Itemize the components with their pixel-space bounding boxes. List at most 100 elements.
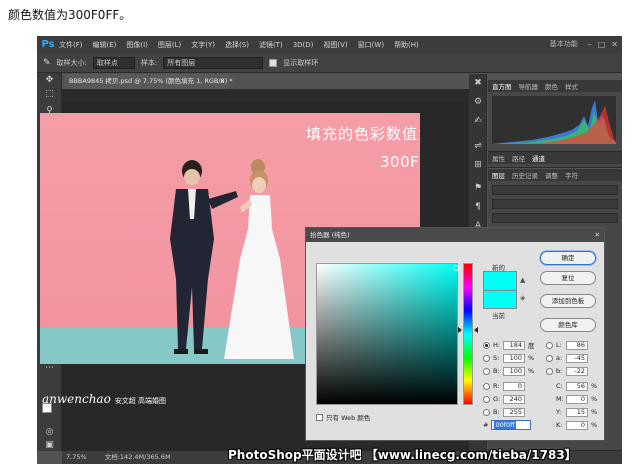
g-row: G: 240 xyxy=(483,394,525,404)
saturation-brightness-field[interactable] xyxy=(316,263,459,405)
h-input[interactable]: 184 xyxy=(503,340,525,350)
lab-b-input[interactable]: -22 xyxy=(566,366,588,376)
hex-input[interactable]: 00f0ff xyxy=(491,420,532,430)
tab-close-icon[interactable]: × xyxy=(220,74,225,89)
current-color-swatch[interactable] xyxy=(483,290,517,309)
lab-l-input[interactable]: 86 xyxy=(566,340,588,350)
hue-arrow-right-icon[interactable] xyxy=(474,327,478,333)
r-input[interactable]: 0 xyxy=(503,381,525,391)
couple-figures xyxy=(170,159,294,359)
sample-label: 样本: xyxy=(140,58,158,67)
menu-layer[interactable]: 图层(L) xyxy=(158,40,181,50)
tab-histogram[interactable]: 直方图 xyxy=(492,81,512,91)
hue-slider[interactable] xyxy=(463,263,473,405)
tab-properties[interactable]: 属性 xyxy=(492,153,505,163)
histogram-graph xyxy=(492,96,616,144)
window-controls: 基本功能 – □ ✕ xyxy=(550,39,618,49)
ok-button[interactable]: 确定 xyxy=(540,251,596,265)
cmyk-m-input[interactable]: 0 xyxy=(566,394,588,404)
cmyk-y-input[interactable]: 15 xyxy=(566,407,588,417)
move-tool-icon[interactable]: ✥ xyxy=(37,73,62,87)
bright-input[interactable]: 100 xyxy=(503,366,525,376)
blue-input[interactable]: 255 xyxy=(503,407,525,417)
zoom-level[interactable]: 7.75% xyxy=(66,453,87,461)
bright-radio[interactable] xyxy=(483,367,490,375)
blend-mode-row[interactable] xyxy=(492,199,618,209)
tab-layers[interactable]: 图层 xyxy=(492,170,505,180)
lab-l-radio[interactable] xyxy=(546,341,553,349)
lab-a-input[interactable]: -45 xyxy=(566,353,588,363)
histogram-panel: 直方图 导航器 颜色 样式 xyxy=(488,80,622,152)
show-ring-checkbox[interactable] xyxy=(269,58,278,67)
web-only-option: 只有 Web 颜色 xyxy=(316,412,370,422)
tab-color[interactable]: 颜色 xyxy=(545,81,558,91)
web-safe-icon[interactable]: ◈ xyxy=(520,294,528,302)
sample-size-select[interactable]: 取样点 xyxy=(92,56,135,69)
blue-radio[interactable] xyxy=(483,408,490,416)
s-input[interactable]: 100 xyxy=(503,353,525,363)
new-color-swatch xyxy=(483,271,517,290)
workspace-switcher[interactable]: 基本功能 xyxy=(550,39,578,49)
paragraph-icon[interactable]: ¶ xyxy=(469,198,487,217)
field-marker[interactable] xyxy=(453,265,459,271)
screen-mode-icon[interactable]: ▣ xyxy=(37,438,62,452)
tab-adjustments[interactable]: 调整 xyxy=(545,170,558,180)
h-row: H: 184 度 xyxy=(483,340,535,350)
color-libraries-button[interactable]: 颜色库 xyxy=(540,318,596,332)
minimize-icon[interactable]: – xyxy=(588,40,592,49)
tab-navigator[interactable]: 导航器 xyxy=(519,81,539,91)
picker-close-icon[interactable]: ✕ xyxy=(595,228,600,242)
tab-character[interactable]: 字符 xyxy=(565,170,578,180)
tab-paths[interactable]: 路径 xyxy=(512,153,525,163)
lab-b-radio[interactable] xyxy=(546,367,553,375)
close-icon[interactable]: ✕ xyxy=(611,40,618,49)
ps-logo: Ps xyxy=(41,39,55,50)
menu-window[interactable]: 窗口(W) xyxy=(358,40,384,50)
actions-icon[interactable]: ⚙ xyxy=(469,93,487,112)
menu-file[interactable]: 文件(F) xyxy=(59,40,83,50)
show-ring-label: 显示取样环 xyxy=(283,58,319,67)
cmyk-y-row: Y: 15 % xyxy=(556,407,598,417)
g-radio[interactable] xyxy=(483,395,490,403)
tool-presets-icon[interactable]: ⚑ xyxy=(469,179,487,198)
menu-edit[interactable]: 编辑(E) xyxy=(93,40,117,50)
tab-channels[interactable]: 通道 xyxy=(532,153,545,163)
lock-row[interactable] xyxy=(492,213,618,223)
web-only-checkbox[interactable] xyxy=(316,413,323,421)
history-icon[interactable]: ✖ xyxy=(469,74,487,93)
brush-presets-icon[interactable]: ✍ xyxy=(469,112,487,131)
tab-history[interactable]: 历史记录 xyxy=(512,170,538,180)
sample-select[interactable]: 所有图层 xyxy=(163,56,264,69)
marquee-tool-icon[interactable]: ⬚ xyxy=(37,87,62,101)
hue-arrow-left-icon[interactable] xyxy=(458,327,462,333)
adjust-sliders-icon[interactable]: ⇌ xyxy=(469,137,487,156)
s-radio[interactable] xyxy=(483,354,490,362)
watermark: anwenchao 安文超 高端婚图 xyxy=(42,392,166,406)
menu-help[interactable]: 帮助(H) xyxy=(394,40,419,50)
h-radio[interactable] xyxy=(483,341,490,349)
menu-view[interactable]: 视图(V) xyxy=(323,40,347,50)
menu-select[interactable]: 选择(S) xyxy=(225,40,249,50)
menu-type[interactable]: 文字(Y) xyxy=(191,40,215,50)
tab-styles[interactable]: 样式 xyxy=(565,81,578,91)
clone-source-icon[interactable]: ⊞ xyxy=(469,156,487,175)
menu-filter[interactable]: 滤镜(T) xyxy=(259,40,283,50)
blue-row: B: 255 xyxy=(483,407,525,417)
lab-l-row: L: 86 xyxy=(546,340,588,350)
cmyk-c-input[interactable]: 56 xyxy=(566,381,588,391)
layer-filter-row[interactable] xyxy=(492,185,618,195)
hex-row: # 00f0ff xyxy=(483,420,532,430)
add-to-swatches-button[interactable]: 添加到色板 xyxy=(540,294,596,308)
eyedropper-preset-icon[interactable]: ✎ xyxy=(43,58,51,68)
lab-a-radio[interactable] xyxy=(546,354,553,362)
menu-image[interactable]: 图像(I) xyxy=(126,40,148,50)
cmyk-k-input[interactable]: 0 xyxy=(566,420,588,430)
gamut-warning-icon[interactable]: ▲ xyxy=(520,276,528,284)
r-radio[interactable] xyxy=(483,382,490,390)
menu-3d[interactable]: 3D(D) xyxy=(293,41,314,49)
maximize-icon[interactable]: □ xyxy=(598,40,606,49)
g-input[interactable]: 240 xyxy=(503,394,525,404)
lab-b-row: b: -22 xyxy=(546,366,588,376)
reset-button[interactable]: 复位 xyxy=(540,271,596,285)
document-tab[interactable]: BBBA9845 拷贝.psd @ 7.75% (颜色填充 1, RGB/8) … xyxy=(65,74,233,89)
